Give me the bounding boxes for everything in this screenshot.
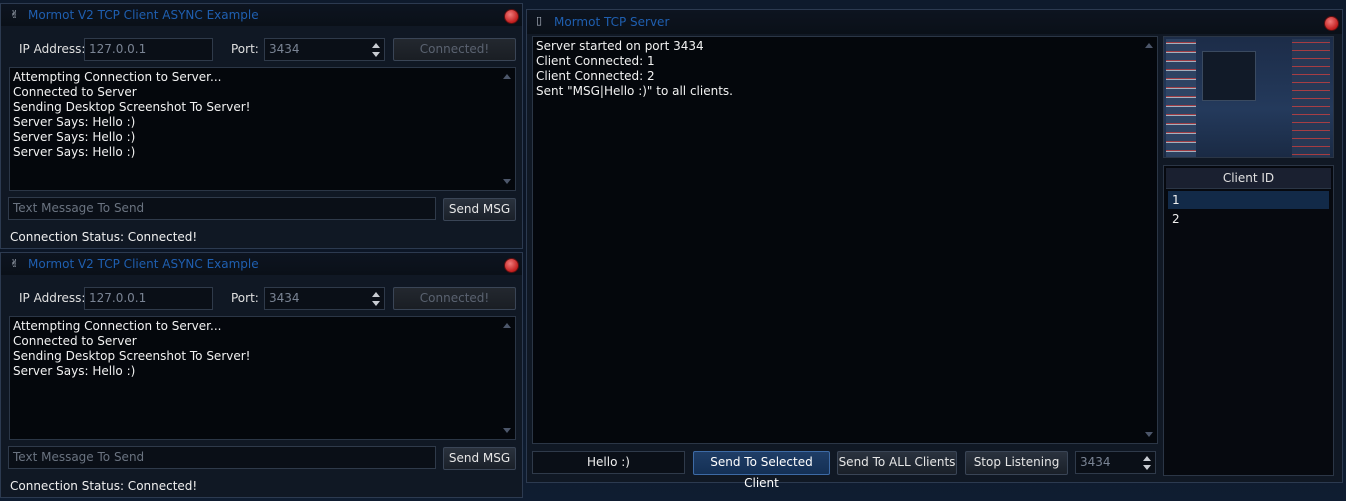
server-log-line: Client Connected: 1 [536,54,655,68]
client-1-ip-label: IP Address: [19,42,86,56]
client-list-header[interactable]: Client ID [1166,168,1331,189]
server-log[interactable]: Server started on port 3434 Client Connec… [532,36,1158,444]
desktop-screenshot-thumbnail [1163,36,1334,158]
client-2-ip-input[interactable]: 127.0.0.1 [84,287,213,310]
client2-log-line: Attempting Connection to Server... [13,319,222,333]
client-2-titlebar[interactable]: ✌ Mormot V2 TCP Client ASYNC Example [1,253,522,275]
client-2-message-input[interactable]: Text Message To Send [8,446,436,469]
client-2-ip-label: IP Address: [19,291,86,305]
client-list-row[interactable]: 2 [1168,210,1329,228]
client-2-log[interactable]: Attempting Connection to Server... Connec… [9,316,516,440]
client-2-connect-button[interactable]: Connected! [393,287,516,310]
client-list-row[interactable]: 1 [1168,191,1329,209]
server-window: ▯ Mormot TCP Server Server started on po… [526,9,1343,490]
client-1-title: Mormot V2 TCP Client ASYNC Example [28,8,259,22]
server-log-line: Sent "MSG|Hello :)" to all clients. [536,84,733,98]
client-2-port-value: 3434 [269,291,300,305]
server-titlebar[interactable]: ▯ Mormot TCP Server [527,10,1342,34]
server-log-line: Client Connected: 2 [536,69,655,83]
close-icon[interactable] [504,258,519,273]
server-log-scrollbar[interactable] [1142,38,1156,442]
thumbnail-panel [1292,39,1330,157]
spin-arrows-icon[interactable] [370,290,382,308]
client-1-titlebar[interactable]: ✌ Mormot V2 TCP Client ASYNC Example [1,4,522,26]
send-to-all-clients-button[interactable]: Send To ALL Clients [837,451,957,475]
spin-arrows-icon[interactable] [370,41,382,59]
client-1-send-button[interactable]: Send MSG [443,198,516,221]
client-1-log[interactable]: Attempting Connection to Server... Connec… [9,67,516,191]
phone-icon: ▯ [536,14,543,27]
client-1-message-input[interactable]: Text Message To Send [8,197,436,220]
client1-log-line: Attempting Connection to Server... [13,70,222,84]
client-2-send-button[interactable]: Send MSG [443,447,516,470]
client-2-port-label: Port: [231,291,259,305]
thumbnail-icons [1166,39,1196,157]
client1-log-line: Server Says: Hello :) [13,130,136,144]
client-2-title: Mormot V2 TCP Client ASYNC Example [28,257,259,271]
server-title: Mormot TCP Server [554,15,670,29]
stop-listening-button[interactable]: Stop Listening [965,451,1068,475]
client-1-connect-button[interactable]: Connected! [393,38,516,61]
client-1-port-spinner[interactable]: 3434 [264,38,385,61]
client-1-ip-input[interactable]: 127.0.0.1 [84,38,213,61]
client-1-port-value: 3434 [269,42,300,56]
client-2-log-scrollbar[interactable] [500,318,514,438]
client-list[interactable]: Client ID 1 2 [1163,165,1334,476]
client2-log-line: Connected to Server [13,334,137,348]
plug-icon: ✌ [10,8,20,21]
client1-log-line: Sending Desktop Screenshot To Server! [13,100,251,114]
server-port-spinner[interactable]: 3434 [1075,451,1156,474]
server-log-line: Server started on port 3434 [536,39,704,53]
client-window-2: ✌ Mormot V2 TCP Client ASYNC Example IP … [0,252,523,498]
plug-icon: ✌ [10,257,20,270]
client2-log-line: Sending Desktop Screenshot To Server! [13,349,251,363]
server-port-value: 3434 [1080,455,1111,469]
close-icon[interactable] [1324,16,1339,31]
server-message-input[interactable]: Hello :) [532,451,685,474]
client-1-log-scrollbar[interactable] [500,69,514,189]
close-icon[interactable] [504,9,519,24]
client-2-status: Connection Status: Connected! [10,479,198,493]
client-2-port-spinner[interactable]: 3434 [264,287,385,310]
client2-log-line: Server Says: Hello :) [13,364,136,378]
spin-arrows-icon[interactable] [1141,454,1153,472]
thumbnail-window [1202,51,1256,101]
client-1-status: Connection Status: Connected! [10,230,198,244]
client1-log-line: Server Says: Hello :) [13,115,136,129]
client1-log-line: Server Says: Hello :) [13,145,136,159]
client-1-port-label: Port: [231,42,259,56]
client-window-1: ✌ Mormot V2 TCP Client ASYNC Example IP … [0,3,523,249]
client1-log-line: Connected to Server [13,85,137,99]
send-to-selected-client-button[interactable]: Send To Selected Client [693,451,830,490]
